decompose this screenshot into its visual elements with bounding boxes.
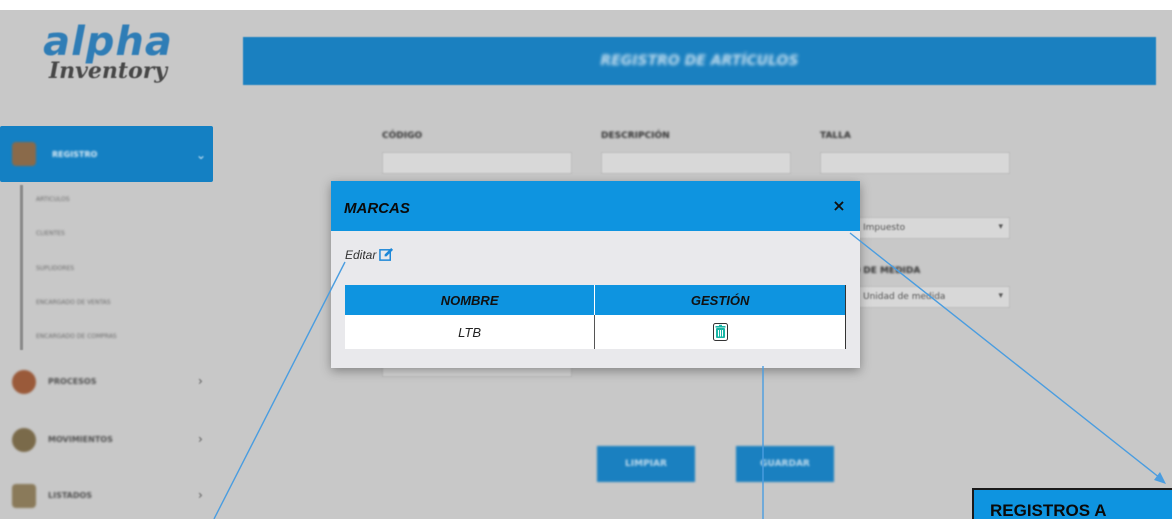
close-icon[interactable]: × bbox=[828, 195, 850, 217]
marcas-table: NOMBRE GESTIÓN LTB bbox=[345, 285, 846, 349]
sidebar-item-label: REGISTRO bbox=[52, 150, 98, 159]
codigo-field[interactable] bbox=[382, 152, 572, 174]
sidebar-subitem-ventas[interactable]: ENCARGADO DE VENTAS bbox=[36, 299, 111, 306]
codigo-label: CÓDIGO bbox=[382, 131, 423, 141]
clear-button[interactable]: LIMPIAR bbox=[597, 446, 695, 482]
chevron-down-icon: ⌄ bbox=[196, 148, 207, 162]
unidad-select-value: Unidad de medida bbox=[863, 292, 946, 302]
save-button-label: GUARDAR bbox=[760, 459, 810, 469]
column-header-gestion: GESTIÓN bbox=[594, 285, 846, 315]
app-screen: alpha Inventory REGISTRO ⌄ ARTÍCULOS CLI… bbox=[0, 10, 1172, 519]
descripcion-label: DESCRIPCIÓN bbox=[601, 131, 670, 141]
sidebar-item-listados[interactable]: LISTADOS › bbox=[0, 476, 213, 516]
table-row: LTB bbox=[345, 315, 846, 349]
edit-label: Editar bbox=[345, 247, 377, 262]
sidebar: alpha Inventory REGISTRO ⌄ ARTÍCULOS CLI… bbox=[0, 10, 215, 519]
sidebar-subitem-suplidores[interactable]: SUPLIDORES bbox=[36, 265, 74, 272]
sidebar-subitem-articulos[interactable]: ARTÍCULOS bbox=[36, 196, 70, 203]
talla-label: TALLA bbox=[820, 131, 851, 141]
callout-text: REGISTROS A bbox=[990, 501, 1107, 519]
page-title: REGISTRO DE ARTÍCULOS bbox=[600, 53, 799, 69]
sidebar-item-label: PROCESOS bbox=[48, 377, 97, 386]
logo-sub: Inventory bbox=[48, 58, 168, 84]
edit-button[interactable]: Editar bbox=[345, 247, 394, 262]
sidebar-subitem-compras[interactable]: ENCARGADO DE COMPRAS bbox=[36, 333, 117, 340]
column-header-nombre: NOMBRE bbox=[345, 285, 596, 315]
modal-title: MARCAS bbox=[344, 200, 410, 217]
sidebar-item-label: MOVIMIENTOS bbox=[48, 435, 113, 444]
clear-button-label: LIMPIAR bbox=[625, 459, 667, 469]
marcas-modal: MARCAS × Editar NOMBRE GESTIÓN LTB bbox=[331, 181, 860, 368]
movimientos-icon bbox=[12, 428, 36, 452]
procesos-icon bbox=[12, 370, 36, 394]
sidebar-subitem-clientes[interactable]: CLIENTES bbox=[36, 230, 65, 237]
cell-gestion bbox=[594, 315, 846, 349]
impuesto-select-value: Impuesto bbox=[863, 223, 906, 233]
callout-box: REGISTROS A bbox=[972, 488, 1172, 519]
chevron-down-icon: ▾ bbox=[998, 291, 1003, 301]
cell-nombre: LTB bbox=[345, 315, 596, 349]
sidebar-item-label: LISTADOS bbox=[48, 491, 93, 500]
app-logo: alpha Inventory bbox=[28, 20, 188, 84]
save-button[interactable]: GUARDAR bbox=[736, 446, 834, 482]
chevron-down-icon: ▾ bbox=[998, 222, 1003, 232]
chevron-right-icon: › bbox=[198, 432, 203, 446]
modal-header: MARCAS × bbox=[331, 181, 860, 231]
chevron-right-icon: › bbox=[198, 374, 203, 388]
pencil-icon bbox=[379, 247, 394, 261]
sidebar-item-movimientos[interactable]: MOVIMIENTOS › bbox=[0, 420, 213, 460]
submenu-rail bbox=[20, 185, 23, 350]
page-header: REGISTRO DE ARTÍCULOS bbox=[243, 37, 1156, 85]
table-header-row: NOMBRE GESTIÓN bbox=[345, 285, 846, 315]
sidebar-item-registro[interactable]: REGISTRO ⌄ bbox=[0, 126, 213, 182]
trash-icon[interactable] bbox=[712, 323, 728, 341]
descripcion-field[interactable] bbox=[601, 152, 791, 174]
chevron-right-icon: › bbox=[198, 488, 203, 502]
registro-icon bbox=[12, 142, 36, 166]
listados-icon bbox=[12, 484, 36, 508]
talla-field[interactable] bbox=[820, 152, 1010, 174]
sidebar-item-procesos[interactable]: PROCESOS › bbox=[0, 362, 213, 402]
